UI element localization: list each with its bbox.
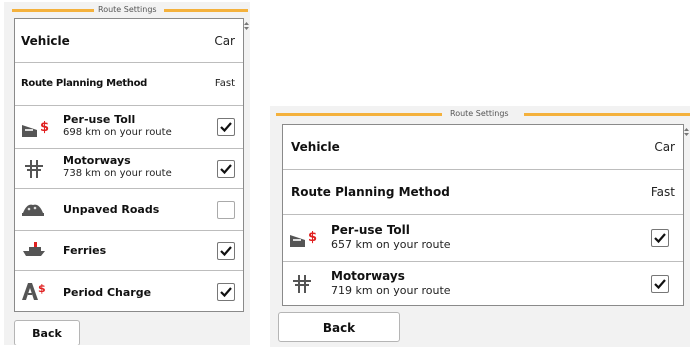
screen-title: Route Settings [94, 2, 161, 18]
checkmark-icon [220, 246, 232, 257]
svg-text:$: $ [308, 230, 317, 245]
motorways-checkbox[interactable] [217, 160, 235, 178]
route-planning-method-row[interactable]: Route Planning Method Fast [15, 63, 243, 106]
row-value: Fast [214, 78, 235, 89]
row-label: Period Charge [63, 286, 152, 299]
title-divider [276, 113, 442, 116]
vehicle-row[interactable]: Vehicle Car [15, 19, 243, 63]
per-use-toll-checkbox[interactable] [651, 229, 669, 247]
title-divider [164, 9, 248, 12]
row-label: Per-use Toll [63, 113, 136, 126]
route-planning-method-row[interactable]: Route Planning Method Fast [283, 170, 683, 215]
route-distance: 719 km [331, 284, 373, 297]
route-distance: 698 km [63, 127, 101, 138]
title-divider [12, 9, 94, 12]
motorway-icon [25, 160, 43, 178]
checkmark-icon [654, 233, 666, 244]
back-button[interactable]: Back [278, 312, 400, 342]
row-label: Vehicle [291, 140, 340, 154]
unpaved-roads-row[interactable]: Unpaved Roads [15, 189, 243, 231]
title-bar: Route Settings [4, 2, 250, 18]
unpaved-road-icon [22, 204, 44, 216]
scroll-indicator-icon[interactable] [684, 128, 689, 136]
per-use-toll-row[interactable]: $ Per-use Toll 657 km on your route [283, 215, 683, 262]
row-label: Unpaved Roads [63, 203, 160, 216]
back-button[interactable]: Back [14, 320, 80, 345]
checkmark-icon [654, 279, 666, 290]
row-value: Car [654, 140, 675, 154]
per-use-toll-icon: $ [290, 230, 317, 247]
route-distance: 657 km [331, 238, 373, 251]
ferries-row[interactable]: Ferries [15, 231, 243, 271]
screen-title: Route Settings [446, 106, 513, 122]
route-distance-suffix: on your route [104, 168, 172, 179]
route-settings-screen-left: Route Settings Vehicle Car Route Plannin… [4, 2, 250, 345]
title-divider [524, 113, 690, 116]
unpaved-roads-checkbox[interactable] [217, 201, 235, 219]
ferries-checkbox[interactable] [217, 242, 235, 260]
row-sublabel: 738 km on your route [63, 168, 172, 179]
row-label: Route Planning Method [21, 78, 148, 89]
vehicle-row[interactable]: Vehicle Car [283, 125, 683, 170]
scroll-indicator-icon[interactable] [244, 22, 249, 30]
svg-text:$: $ [38, 282, 46, 295]
route-settings-screen-right: Route Settings Vehicle Car Route Plannin… [270, 106, 690, 347]
row-sublabel: 698 km on your route [63, 127, 172, 138]
motorways-checkbox[interactable] [651, 275, 669, 293]
row-value: Fast [650, 185, 675, 199]
route-distance-suffix: on your route [376, 238, 451, 251]
checkmark-icon [220, 122, 232, 133]
ferry-icon [23, 242, 45, 256]
checkmark-icon [220, 164, 232, 175]
per-use-toll-row[interactable]: $ Per-use Toll 698 km on your route [15, 106, 243, 149]
row-label: Motorways [63, 154, 131, 167]
svg-text:$: $ [40, 120, 49, 135]
per-use-toll-icon: $ [22, 120, 49, 137]
route-distance: 738 km [63, 168, 101, 179]
row-label: Motorways [331, 269, 405, 283]
row-label: Vehicle [21, 34, 70, 48]
motorways-row[interactable]: Motorways 738 km on your route [15, 149, 243, 189]
route-distance-suffix: on your route [104, 127, 172, 138]
row-sublabel: 719 km on your route [331, 284, 451, 297]
motorways-row[interactable]: Motorways 719 km on your route [283, 262, 683, 307]
row-sublabel: 657 km on your route [331, 238, 451, 251]
motorway-icon [293, 275, 311, 293]
row-label: Ferries [63, 244, 107, 257]
settings-list: Vehicle Car Route Planning Method Fast $… [14, 18, 244, 312]
row-label: Route Planning Method [291, 185, 450, 199]
per-use-toll-checkbox[interactable] [217, 118, 235, 136]
period-charge-icon: $ [22, 282, 46, 300]
settings-list: Vehicle Car Route Planning Method Fast $… [282, 124, 684, 306]
period-charge-row[interactable]: $ Period Charge [15, 271, 243, 313]
title-bar: Route Settings [270, 106, 690, 122]
checkmark-icon [220, 287, 232, 298]
row-label: Per-use Toll [331, 223, 410, 237]
row-value: Car [214, 34, 235, 48]
period-charge-checkbox[interactable] [217, 283, 235, 301]
route-distance-suffix: on your route [376, 284, 451, 297]
